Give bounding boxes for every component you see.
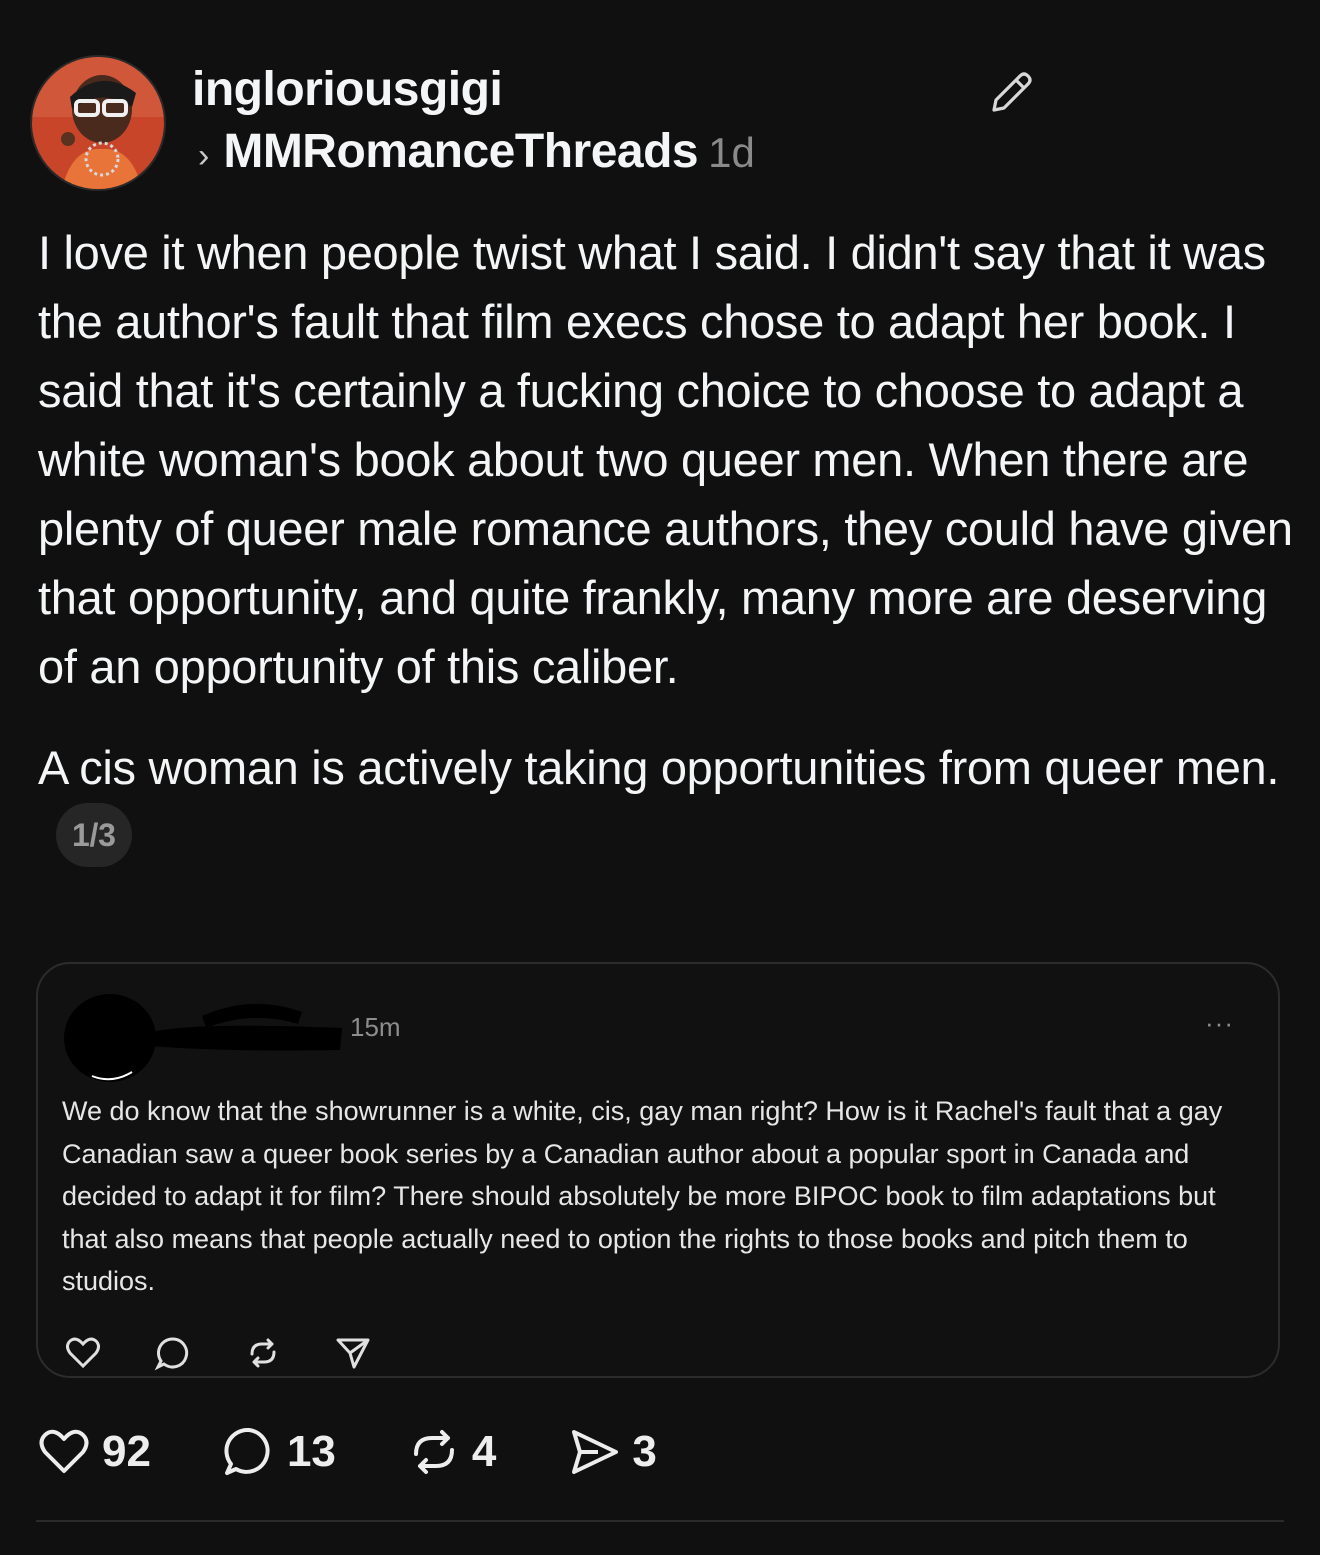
post-actions: 92 13 4 3	[36, 1422, 727, 1482]
comment-icon[interactable]	[154, 1334, 192, 1372]
thread-position-badge[interactable]: 1/3	[56, 802, 132, 867]
post-body: I love it when people twist what I said.…	[38, 218, 1298, 873]
repost-count: 4	[471, 1427, 497, 1476]
avatar[interactable]	[30, 55, 166, 191]
community-name[interactable]: MMRomanceThreads	[223, 124, 698, 179]
more-options-icon[interactable]: ···	[1205, 1008, 1234, 1039]
share-icon[interactable]	[334, 1334, 372, 1372]
reply-count: 13	[286, 1427, 336, 1476]
share-button[interactable]: 3	[566, 1424, 657, 1480]
community-row: › MMRomanceThreads 1d	[198, 124, 755, 180]
pencil-icon[interactable]	[986, 66, 1038, 118]
quoted-post-age: 15m	[350, 1012, 401, 1042]
comment-icon	[224, 1427, 270, 1475]
quoted-post-text: We do know that the showrunner is a whit…	[62, 1096, 1223, 1296]
post-paragraph: A cis woman is actively taking opportuni…	[38, 733, 1298, 873]
quoted-post-card[interactable]: 15m ··· We do know that the showrunner i…	[36, 962, 1280, 1378]
heart-icon	[39, 1429, 89, 1473]
reply-button[interactable]: 13	[221, 1424, 336, 1480]
chevron-right-icon: ›	[198, 137, 210, 175]
username[interactable]: ingloriousgigi	[192, 62, 503, 118]
post-age: 1d	[708, 129, 755, 176]
like-count: 92	[102, 1427, 151, 1476]
share-icon	[572, 1430, 619, 1474]
divider	[36, 1520, 1284, 1522]
post-paragraph-text: A cis woman is actively taking opportuni…	[38, 741, 1280, 794]
repost-icon[interactable]	[244, 1334, 282, 1372]
repost-icon	[413, 1430, 454, 1474]
repost-button[interactable]: 4	[406, 1424, 496, 1480]
redacted-author	[64, 994, 342, 1082]
share-count: 3	[632, 1427, 657, 1476]
post-paragraph: I love it when people twist what I said.…	[38, 226, 1293, 693]
like-button[interactable]: 92	[36, 1424, 151, 1480]
heart-icon[interactable]	[64, 1334, 102, 1372]
quoted-actions	[64, 1334, 372, 1372]
